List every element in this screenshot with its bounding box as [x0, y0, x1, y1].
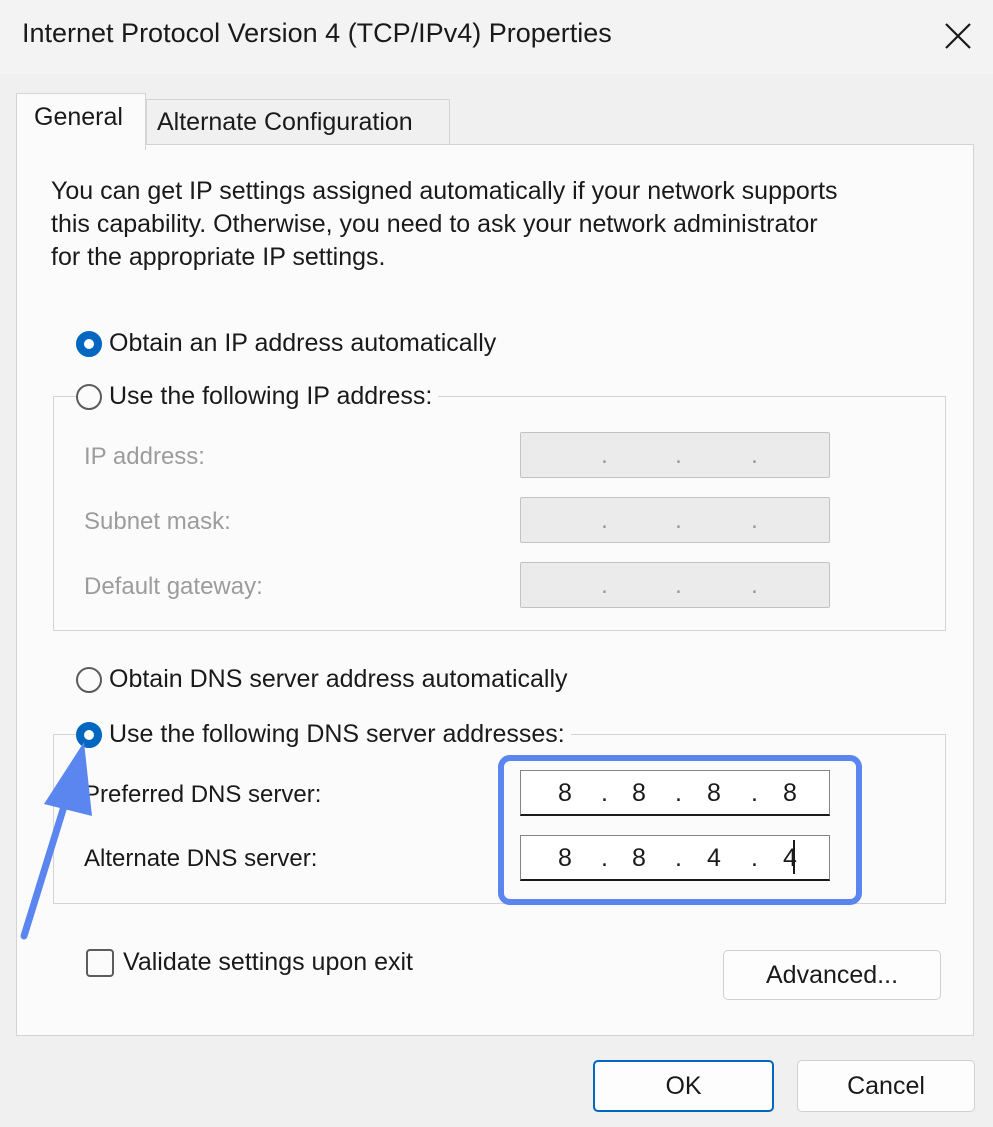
- octet-separator: .: [751, 571, 758, 599]
- octet-separator: .: [675, 441, 682, 469]
- octet-separator: .: [601, 506, 608, 534]
- tab-general-label: General: [34, 103, 123, 131]
- ok-button[interactable]: OK: [593, 1060, 774, 1112]
- close-icon: [945, 23, 971, 49]
- tab-alternate-configuration-label: Alternate Configuration: [157, 108, 413, 136]
- octet-separator: .: [601, 441, 608, 469]
- validate-checkbox-row[interactable]: Validate settings upon exit: [86, 948, 413, 977]
- tab-alternate-configuration[interactable]: Alternate Configuration: [146, 99, 450, 145]
- octet-separator: .: [751, 506, 758, 534]
- cancel-button[interactable]: Cancel: [797, 1060, 975, 1112]
- radio-use-following-ip-label: Use the following IP address:: [109, 382, 433, 410]
- default-gateway-input: . . .: [520, 562, 830, 608]
- alternate-dns-label: Alternate DNS server:: [84, 845, 318, 872]
- radio-button-unselected[interactable]: [76, 666, 102, 693]
- radio-obtain-dns-auto[interactable]: Obtain DNS server address automatically: [76, 665, 574, 694]
- preferred-dns-label: Preferred DNS server:: [84, 781, 322, 808]
- advanced-button[interactable]: Advanced...: [723, 950, 941, 1000]
- window-title: Internet Protocol Version 4 (TCP/IPv4) P…: [22, 18, 612, 48]
- title-bar: Internet Protocol Version 4 (TCP/IPv4) P…: [0, 0, 993, 74]
- ip-address-input: . . .: [520, 432, 830, 478]
- validate-checkbox-label: Validate settings upon exit: [123, 948, 414, 976]
- tab-general[interactable]: General: [16, 93, 146, 150]
- subnet-mask-input: . . .: [520, 497, 830, 543]
- default-gateway-label: Default gateway:: [84, 573, 263, 600]
- radio-button-unselected[interactable]: [76, 383, 102, 410]
- octet-separator: .: [751, 441, 758, 469]
- radio-obtain-dns-auto-label: Obtain DNS server address automatically: [109, 665, 568, 693]
- intro-text: You can get IP settings assigned automat…: [51, 177, 838, 271]
- radio-use-following-dns-label: Use the following DNS server addresses:: [109, 720, 565, 748]
- octet-separator: .: [675, 506, 682, 534]
- validate-checkbox[interactable]: [86, 948, 114, 977]
- radio-obtain-ip-auto[interactable]: Obtain an IP address automatically: [76, 329, 503, 358]
- dns-highlight-box: [498, 755, 862, 905]
- radio-button-selected[interactable]: [76, 721, 102, 748]
- subnet-mask-label: Subnet mask:: [84, 508, 231, 535]
- radio-button-selected[interactable]: [76, 330, 102, 357]
- text-caret: [793, 840, 795, 874]
- radio-obtain-ip-auto-label: Obtain an IP address automatically: [109, 329, 497, 357]
- octet-separator: .: [601, 571, 608, 599]
- radio-use-following-dns[interactable]: Use the following DNS server addresses:: [76, 720, 571, 749]
- ip-address-label: IP address:: [84, 443, 205, 470]
- octet-separator: .: [675, 571, 682, 599]
- radio-use-following-ip[interactable]: Use the following IP address:: [76, 382, 439, 411]
- close-button[interactable]: [930, 10, 986, 62]
